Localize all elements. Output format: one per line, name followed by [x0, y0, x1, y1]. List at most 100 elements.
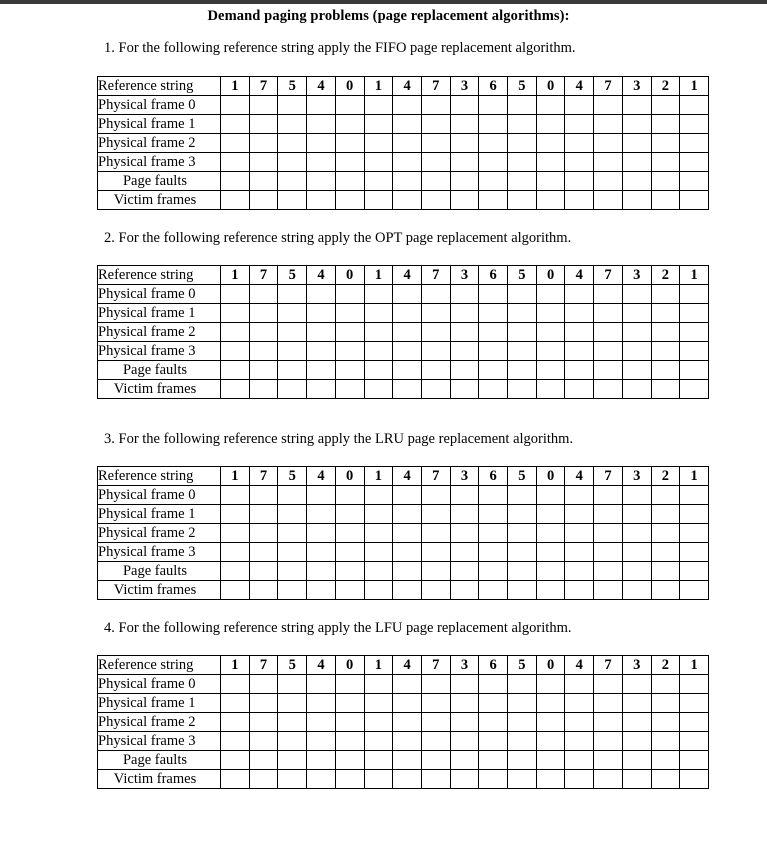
- answer-cell[interactable]: [220, 542, 250, 562]
- answer-cell[interactable]: [248, 674, 279, 694]
- answer-cell[interactable]: [564, 693, 595, 713]
- answer-cell[interactable]: [277, 190, 308, 210]
- answer-cell[interactable]: [507, 561, 537, 581]
- answer-cell[interactable]: [621, 580, 652, 600]
- answer-cell[interactable]: [621, 674, 652, 694]
- answer-cell[interactable]: [277, 750, 308, 770]
- answer-cell[interactable]: [564, 750, 595, 770]
- answer-cell[interactable]: [478, 303, 509, 323]
- answer-cell[interactable]: [679, 731, 709, 751]
- answer-cell[interactable]: [392, 750, 422, 770]
- answer-cell[interactable]: [564, 95, 595, 115]
- answer-cell[interactable]: [507, 674, 537, 694]
- answer-cell[interactable]: [679, 322, 709, 342]
- answer-cell[interactable]: [392, 95, 422, 115]
- answer-cell[interactable]: [248, 171, 279, 191]
- answer-cell[interactable]: [248, 485, 279, 505]
- answer-cell[interactable]: [334, 712, 365, 732]
- answer-cell[interactable]: [277, 693, 308, 713]
- answer-cell[interactable]: [248, 303, 279, 323]
- answer-cell[interactable]: [420, 303, 451, 323]
- answer-cell[interactable]: [507, 485, 537, 505]
- answer-cell[interactable]: [363, 561, 394, 581]
- answer-cell[interactable]: [420, 152, 451, 172]
- answer-cell[interactable]: [507, 152, 537, 172]
- answer-cell[interactable]: [593, 731, 623, 751]
- answer-cell[interactable]: [621, 504, 652, 524]
- answer-cell[interactable]: [248, 542, 279, 562]
- answer-cell[interactable]: [306, 542, 336, 562]
- answer-cell[interactable]: [507, 693, 537, 713]
- answer-cell[interactable]: [363, 769, 394, 789]
- answer-cell[interactable]: [449, 379, 480, 399]
- answer-cell[interactable]: [420, 542, 451, 562]
- answer-cell[interactable]: [449, 561, 480, 581]
- answer-cell[interactable]: [564, 379, 595, 399]
- answer-cell[interactable]: [679, 523, 709, 543]
- answer-cell[interactable]: [334, 769, 365, 789]
- answer-cell[interactable]: [507, 171, 537, 191]
- answer-cell[interactable]: [277, 712, 308, 732]
- answer-cell[interactable]: [478, 561, 509, 581]
- answer-cell[interactable]: [650, 171, 681, 191]
- answer-cell[interactable]: [535, 561, 566, 581]
- answer-cell[interactable]: [650, 114, 681, 134]
- answer-cell[interactable]: [650, 133, 681, 153]
- answer-cell[interactable]: [478, 114, 509, 134]
- answer-cell[interactable]: [277, 485, 308, 505]
- answer-cell[interactable]: [650, 542, 681, 562]
- answer-cell[interactable]: [449, 303, 480, 323]
- answer-cell[interactable]: [650, 750, 681, 770]
- answer-cell[interactable]: [220, 322, 250, 342]
- answer-cell[interactable]: [535, 769, 566, 789]
- answer-cell[interactable]: [363, 542, 394, 562]
- answer-cell[interactable]: [564, 674, 595, 694]
- answer-cell[interactable]: [679, 542, 709, 562]
- answer-cell[interactable]: [507, 303, 537, 323]
- answer-cell[interactable]: [650, 504, 681, 524]
- answer-cell[interactable]: [564, 504, 595, 524]
- answer-cell[interactable]: [621, 693, 652, 713]
- answer-cell[interactable]: [650, 580, 681, 600]
- answer-cell[interactable]: [220, 190, 250, 210]
- answer-cell[interactable]: [449, 485, 480, 505]
- answer-cell[interactable]: [363, 523, 394, 543]
- answer-cell[interactable]: [306, 523, 336, 543]
- answer-cell[interactable]: [220, 693, 250, 713]
- answer-cell[interactable]: [392, 133, 422, 153]
- answer-cell[interactable]: [650, 341, 681, 361]
- answer-cell[interactable]: [535, 523, 566, 543]
- answer-cell[interactable]: [593, 133, 623, 153]
- answer-cell[interactable]: [277, 171, 308, 191]
- answer-cell[interactable]: [593, 360, 623, 380]
- answer-cell[interactable]: [478, 341, 509, 361]
- answer-cell[interactable]: [334, 674, 365, 694]
- answer-cell[interactable]: [650, 360, 681, 380]
- answer-cell[interactable]: [478, 542, 509, 562]
- answer-cell[interactable]: [334, 485, 365, 505]
- answer-cell[interactable]: [535, 303, 566, 323]
- answer-cell[interactable]: [679, 341, 709, 361]
- answer-cell[interactable]: [420, 750, 451, 770]
- answer-cell[interactable]: [593, 523, 623, 543]
- answer-cell[interactable]: [306, 341, 336, 361]
- answer-cell[interactable]: [334, 95, 365, 115]
- answer-cell[interactable]: [220, 504, 250, 524]
- answer-cell[interactable]: [679, 693, 709, 713]
- answer-cell[interactable]: [478, 379, 509, 399]
- answer-cell[interactable]: [449, 504, 480, 524]
- answer-cell[interactable]: [220, 769, 250, 789]
- answer-cell[interactable]: [334, 731, 365, 751]
- answer-cell[interactable]: [478, 360, 509, 380]
- answer-cell[interactable]: [564, 303, 595, 323]
- answer-cell[interactable]: [449, 171, 480, 191]
- answer-cell[interactable]: [507, 504, 537, 524]
- answer-cell[interactable]: [535, 731, 566, 751]
- answer-cell[interactable]: [564, 322, 595, 342]
- answer-cell[interactable]: [535, 284, 566, 304]
- answer-cell[interactable]: [679, 561, 709, 581]
- answer-cell[interactable]: [478, 693, 509, 713]
- answer-cell[interactable]: [535, 95, 566, 115]
- answer-cell[interactable]: [679, 769, 709, 789]
- answer-cell[interactable]: [679, 580, 709, 600]
